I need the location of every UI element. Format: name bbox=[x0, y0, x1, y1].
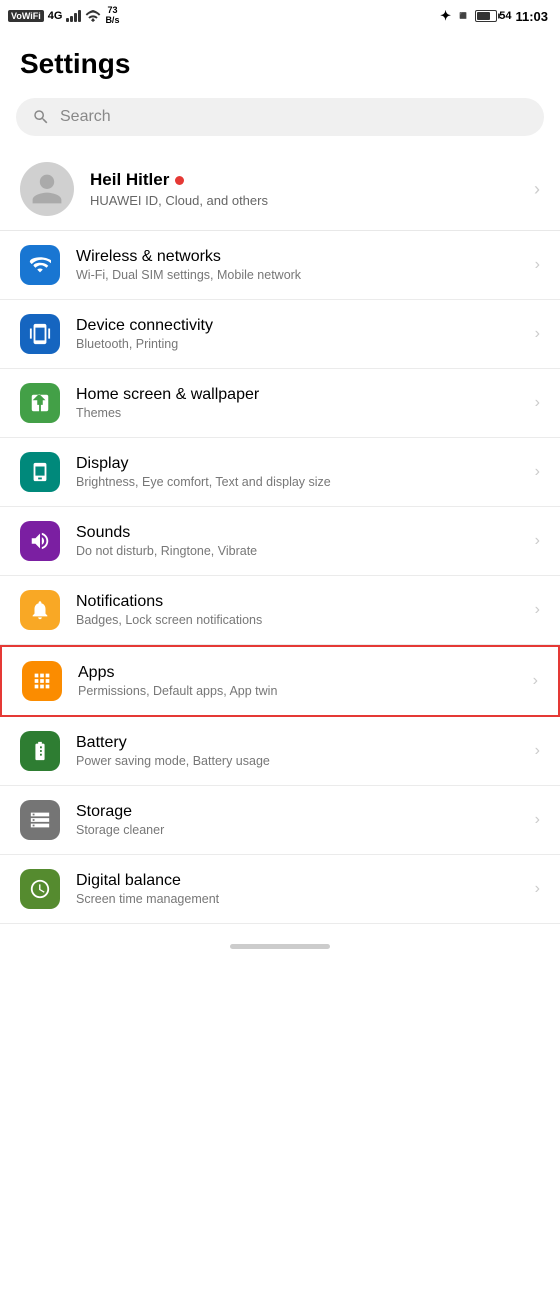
homescreen-title: Home screen & wallpaper bbox=[76, 386, 519, 404]
notifications-title: Notifications bbox=[76, 593, 519, 611]
time-display: 11:03 bbox=[515, 9, 548, 24]
profile-info: Heil Hitler HUAWEI ID, Cloud, and others bbox=[90, 170, 518, 208]
bluetooth-icon: ✦ bbox=[440, 8, 451, 24]
device-icon bbox=[20, 314, 60, 354]
homescreen-subtitle: Themes bbox=[76, 406, 519, 420]
battery-icon-bg bbox=[20, 731, 60, 771]
search-bar[interactable]: Search bbox=[16, 98, 544, 136]
storage-subtitle: Storage cleaner bbox=[76, 823, 519, 837]
display-title: Display bbox=[76, 455, 519, 473]
sounds-icon-bg bbox=[20, 521, 60, 561]
battery-text: Battery Power saving mode, Battery usage bbox=[76, 734, 519, 768]
digital-balance-chevron: › bbox=[535, 880, 540, 898]
display-subtitle: Brightness, Eye comfort, Text and displa… bbox=[76, 475, 519, 489]
battery-title: Battery bbox=[76, 734, 519, 752]
bottom-pill-container bbox=[0, 924, 560, 965]
battery-container: 54 bbox=[475, 10, 511, 22]
sounds-title: Sounds bbox=[76, 524, 519, 542]
profile-subtitle: HUAWEI ID, Cloud, and others bbox=[90, 193, 518, 208]
homescreen-icon bbox=[20, 383, 60, 423]
settings-item-homescreen[interactable]: Home screen & wallpaper Themes › bbox=[0, 369, 560, 438]
settings-item-battery[interactable]: Battery Power saving mode, Battery usage… bbox=[0, 717, 560, 786]
device-subtitle: Bluetooth, Printing bbox=[76, 337, 519, 351]
apps-title: Apps bbox=[78, 664, 517, 682]
settings-item-sounds[interactable]: Sounds Do not disturb, Ringtone, Vibrate… bbox=[0, 507, 560, 576]
notifications-icon-bg bbox=[20, 590, 60, 630]
signal-strength: 4G bbox=[48, 10, 63, 22]
settings-item-wireless[interactable]: Wireless & networks Wi-Fi, Dual SIM sett… bbox=[0, 231, 560, 300]
status-bar: VoWiFi 4G 73B/s ✦ ◾ 54 11:03 bbox=[0, 0, 560, 32]
apps-icon-bg bbox=[22, 661, 62, 701]
settings-item-storage[interactable]: Storage Storage cleaner › bbox=[0, 786, 560, 855]
bottom-pill[interactable] bbox=[230, 944, 330, 949]
digital-balance-text: Digital balance Screen time management bbox=[76, 872, 519, 906]
wifi-icon bbox=[85, 9, 101, 23]
wireless-icon bbox=[20, 245, 60, 285]
sounds-chevron: › bbox=[535, 532, 540, 550]
apps-subtitle: Permissions, Default apps, App twin bbox=[78, 684, 517, 698]
settings-item-digital-balance[interactable]: Digital balance Screen time management › bbox=[0, 855, 560, 924]
settings-item-device[interactable]: Device connectivity Bluetooth, Printing … bbox=[0, 300, 560, 369]
battery-subtitle: Power saving mode, Battery usage bbox=[76, 754, 519, 768]
vibrate-icon: ◾ bbox=[455, 8, 471, 24]
notifications-subtitle: Badges, Lock screen notifications bbox=[76, 613, 519, 627]
notifications-chevron: › bbox=[535, 601, 540, 619]
storage-icon-bg bbox=[20, 800, 60, 840]
display-icon-bg bbox=[20, 452, 60, 492]
settings-item-display[interactable]: Display Brightness, Eye comfort, Text an… bbox=[0, 438, 560, 507]
search-placeholder: Search bbox=[60, 108, 111, 126]
storage-chevron: › bbox=[535, 811, 540, 829]
wireless-title: Wireless & networks bbox=[76, 248, 519, 266]
vowifi-badge: VoWiFi bbox=[8, 10, 44, 22]
avatar-icon bbox=[29, 171, 65, 207]
page-title-container: Settings bbox=[0, 32, 560, 90]
settings-item-apps[interactable]: Apps Permissions, Default apps, App twin… bbox=[0, 645, 560, 717]
settings-item-notifications[interactable]: Notifications Badges, Lock screen notifi… bbox=[0, 576, 560, 645]
battery-icon bbox=[475, 10, 497, 22]
apps-chevron: › bbox=[533, 672, 538, 690]
display-text: Display Brightness, Eye comfort, Text an… bbox=[76, 455, 519, 489]
wireless-subtitle: Wi-Fi, Dual SIM settings, Mobile network bbox=[76, 268, 519, 282]
battery-chevron: › bbox=[535, 742, 540, 760]
profile-chevron: › bbox=[534, 179, 540, 200]
display-chevron: › bbox=[535, 463, 540, 481]
wireless-chevron: › bbox=[535, 256, 540, 274]
profile-section[interactable]: Heil Hitler HUAWEI ID, Cloud, and others… bbox=[0, 148, 560, 231]
settings-list: Wireless & networks Wi-Fi, Dual SIM sett… bbox=[0, 231, 560, 924]
battery-percent: 54 bbox=[499, 10, 511, 22]
status-right: ✦ ◾ 54 11:03 bbox=[440, 8, 548, 24]
device-title: Device connectivity bbox=[76, 317, 519, 335]
speed-text: 73B/s bbox=[105, 6, 119, 26]
sounds-text: Sounds Do not disturb, Ringtone, Vibrate bbox=[76, 524, 519, 558]
device-text: Device connectivity Bluetooth, Printing bbox=[76, 317, 519, 351]
device-chevron: › bbox=[535, 325, 540, 343]
search-icon bbox=[32, 108, 50, 126]
apps-text: Apps Permissions, Default apps, App twin bbox=[78, 664, 517, 698]
notifications-text: Notifications Badges, Lock screen notifi… bbox=[76, 593, 519, 627]
storage-title: Storage bbox=[76, 803, 519, 821]
signal-bars bbox=[66, 10, 81, 22]
battery-fill bbox=[477, 12, 490, 20]
sounds-subtitle: Do not disturb, Ringtone, Vibrate bbox=[76, 544, 519, 558]
online-dot bbox=[175, 176, 184, 185]
digital-balance-icon-bg bbox=[20, 869, 60, 909]
homescreen-chevron: › bbox=[535, 394, 540, 412]
digital-balance-subtitle: Screen time management bbox=[76, 892, 519, 906]
digital-balance-title: Digital balance bbox=[76, 872, 519, 890]
status-left: VoWiFi 4G 73B/s bbox=[8, 6, 119, 26]
homescreen-text: Home screen & wallpaper Themes bbox=[76, 386, 519, 420]
avatar bbox=[20, 162, 74, 216]
page-title: Settings bbox=[20, 48, 540, 80]
wireless-text: Wireless & networks Wi-Fi, Dual SIM sett… bbox=[76, 248, 519, 282]
profile-name: Heil Hitler bbox=[90, 170, 518, 190]
storage-text: Storage Storage cleaner bbox=[76, 803, 519, 837]
